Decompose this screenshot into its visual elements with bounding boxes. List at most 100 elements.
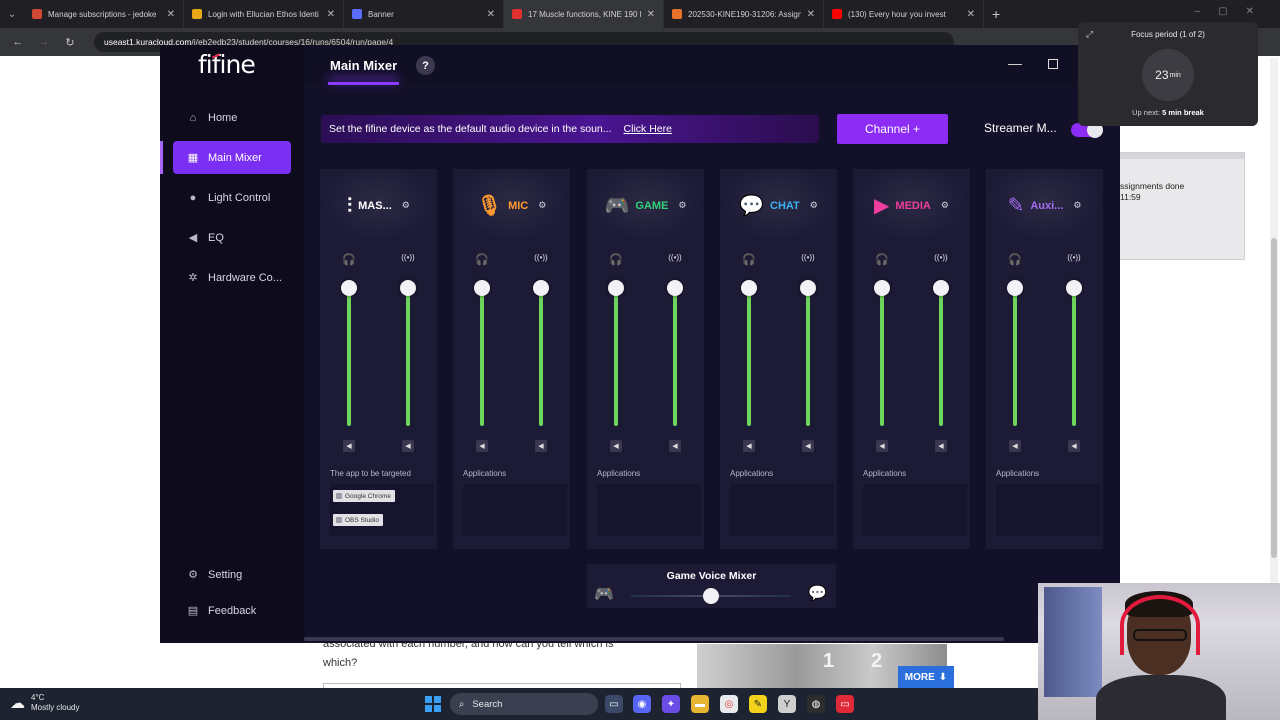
sidebar-item-label: EQ — [208, 231, 224, 244]
slider-thumb[interactable] — [933, 280, 949, 296]
slider-thumb[interactable] — [400, 280, 416, 296]
mute-speaker-icon[interactable]: ◀ — [535, 440, 547, 452]
apps-drop-area[interactable] — [463, 484, 567, 536]
apps-drop-area[interactable]: Google Chrome OBS Studio — [330, 484, 434, 536]
minimize-button[interactable]: — — [1008, 55, 1022, 71]
slider-thumb[interactable] — [667, 280, 683, 296]
slider-thumb[interactable] — [800, 280, 816, 296]
stream-volume-slider[interactable] — [800, 280, 816, 426]
browser-tab[interactable]: Banner ✕ — [344, 0, 504, 28]
mute-speaker-icon[interactable]: ◀ — [343, 440, 355, 452]
mute-speaker-icon[interactable]: ◀ — [802, 440, 814, 452]
mute-speaker-icon[interactable]: ◀ — [476, 440, 488, 452]
mute-speaker-icon[interactable]: ◀ — [876, 440, 888, 452]
maximize-button[interactable] — [1048, 59, 1058, 69]
task-view-icon[interactable]: ▭ — [605, 695, 623, 713]
fifine-taskbar-icon[interactable]: ▭ — [836, 695, 854, 713]
mute-speaker-icon[interactable]: ◀ — [1009, 440, 1021, 452]
forward-icon[interactable]: → — [36, 36, 52, 48]
app-chip[interactable]: OBS Studio — [333, 514, 383, 526]
back-icon[interactable]: ← — [10, 36, 26, 48]
help-button[interactable]: ? — [416, 56, 435, 75]
slider-thumb[interactable] — [533, 280, 549, 296]
sidebar-item-0[interactable]: ⌂ Home — [173, 101, 291, 134]
tab-close-icon[interactable]: ✕ — [967, 9, 975, 20]
monitor-volume-slider[interactable] — [874, 280, 890, 426]
sidebar-item-3[interactable]: ◀ EQ — [173, 221, 291, 254]
sidebar-item-4[interactable]: ✲ Hardware Co... — [173, 261, 291, 294]
scrollbar-thumb[interactable] — [1271, 238, 1277, 558]
mute-speaker-icon[interactable]: ◀ — [1068, 440, 1080, 452]
channel-settings-icon[interactable]: ⚙ — [941, 200, 949, 211]
stream-volume-slider[interactable] — [667, 280, 683, 426]
channel-settings-icon[interactable]: ⚙ — [538, 200, 546, 211]
slider-thumb[interactable] — [874, 280, 890, 296]
stream-volume-slider[interactable] — [1066, 280, 1082, 426]
mute-speaker-icon[interactable]: ◀ — [402, 440, 414, 452]
stream-volume-slider[interactable] — [400, 280, 416, 426]
sidebar-item-2[interactable]: ● Light Control — [173, 181, 291, 214]
tab-close-icon[interactable]: ✕ — [167, 9, 175, 20]
tab-main-mixer[interactable]: Main Mixer — [328, 45, 400, 85]
monitor-volume-slider[interactable] — [608, 280, 624, 426]
monitor-volume-slider[interactable] — [474, 280, 490, 426]
tab-close-icon[interactable]: ✕ — [487, 9, 495, 20]
slider-thumb[interactable] — [608, 280, 624, 296]
stream-volume-slider[interactable] — [533, 280, 549, 426]
browser-tab[interactable]: 17 Muscle functions, KINE 190 L ✕ — [504, 0, 664, 28]
sidebar-item-1[interactable]: ▦ Main Mixer — [173, 141, 291, 174]
more-button[interactable]: MORE ⬇ — [898, 666, 954, 688]
slider-thumb[interactable] — [341, 280, 357, 296]
apps-drop-area[interactable] — [730, 484, 834, 536]
new-tab-button[interactable]: + — [992, 6, 1000, 22]
app-icon[interactable]: Y — [778, 695, 796, 713]
discord-icon[interactable]: ◉ — [633, 695, 651, 713]
monitor-volume-slider[interactable] — [741, 280, 757, 426]
monitor-volume-slider[interactable] — [341, 280, 357, 426]
obs-icon[interactable]: ◍ — [807, 695, 825, 713]
sidebar-bottom-item-1[interactable]: ▤ Feedback — [173, 594, 291, 627]
mute-speaker-icon[interactable]: ◀ — [743, 440, 755, 452]
window-controls[interactable]: –▢✕ — [1195, 6, 1272, 17]
apps-drop-area[interactable] — [863, 484, 967, 536]
taskbar-search[interactable]: ⌕ Search — [450, 693, 598, 715]
browser-tab[interactable]: 202530-KINE190-31206: Assign ✕ — [664, 0, 824, 28]
apps-drop-area[interactable] — [996, 484, 1100, 536]
chrome-icon[interactable]: ◎ — [720, 695, 738, 713]
channel-settings-icon[interactable]: ⚙ — [1073, 200, 1081, 211]
apps-drop-area[interactable] — [597, 484, 701, 536]
channel-name: MIC — [508, 199, 529, 212]
slider-thumb[interactable] — [474, 280, 490, 296]
channel-settings-icon[interactable]: ⚙ — [810, 200, 818, 211]
mute-speaker-icon[interactable]: ◀ — [610, 440, 622, 452]
balance-thumb[interactable] — [703, 588, 719, 604]
mute-speaker-icon[interactable]: ◀ — [935, 440, 947, 452]
browser-tab[interactable]: Manage subscriptions - jedoke ✕ — [24, 0, 184, 28]
click-here-link[interactable]: Click Here — [624, 123, 672, 135]
stream-volume-slider[interactable] — [933, 280, 949, 426]
more-label: MORE — [904, 671, 935, 683]
channel-settings-icon[interactable]: ⚙ — [678, 200, 686, 211]
sticky-notes-icon[interactable]: ✎ — [749, 695, 767, 713]
monitor-volume-slider[interactable] — [1007, 280, 1023, 426]
tab-close-icon[interactable]: ✕ — [327, 9, 335, 20]
sidebar-bottom-item-0[interactable]: ⚙ Setting — [173, 558, 291, 591]
channel-settings-icon[interactable]: ⚙ — [402, 200, 410, 211]
tab-close-icon[interactable]: ✕ — [807, 9, 815, 20]
windows-start-icon[interactable] — [425, 696, 441, 712]
app-chip[interactable]: Google Chrome — [333, 490, 395, 502]
file-explorer-icon[interactable]: ▬ — [691, 695, 709, 713]
tab-list-dropdown[interactable]: ⌄ — [0, 0, 24, 28]
copilot-icon[interactable]: ✦ — [662, 695, 680, 713]
browser-tab[interactable]: (130) Every hour you invest ✕ — [824, 0, 984, 28]
slider-thumb[interactable] — [1066, 280, 1082, 296]
tab-close-icon[interactable]: ✕ — [647, 9, 655, 20]
reload-icon[interactable]: ↻ — [62, 36, 78, 49]
app-horizontal-scrollbar[interactable] — [304, 637, 1004, 641]
browser-tab[interactable]: Login with Ellucian Ethos Identi ✕ — [184, 0, 344, 28]
add-channel-button[interactable]: Channel + — [837, 114, 948, 144]
slider-thumb[interactable] — [1007, 280, 1023, 296]
mute-speaker-icon[interactable]: ◀ — [669, 440, 681, 452]
slider-thumb[interactable] — [741, 280, 757, 296]
weather-widget[interactable]: ☁ 4°C Mostly cloudy — [10, 693, 79, 713]
